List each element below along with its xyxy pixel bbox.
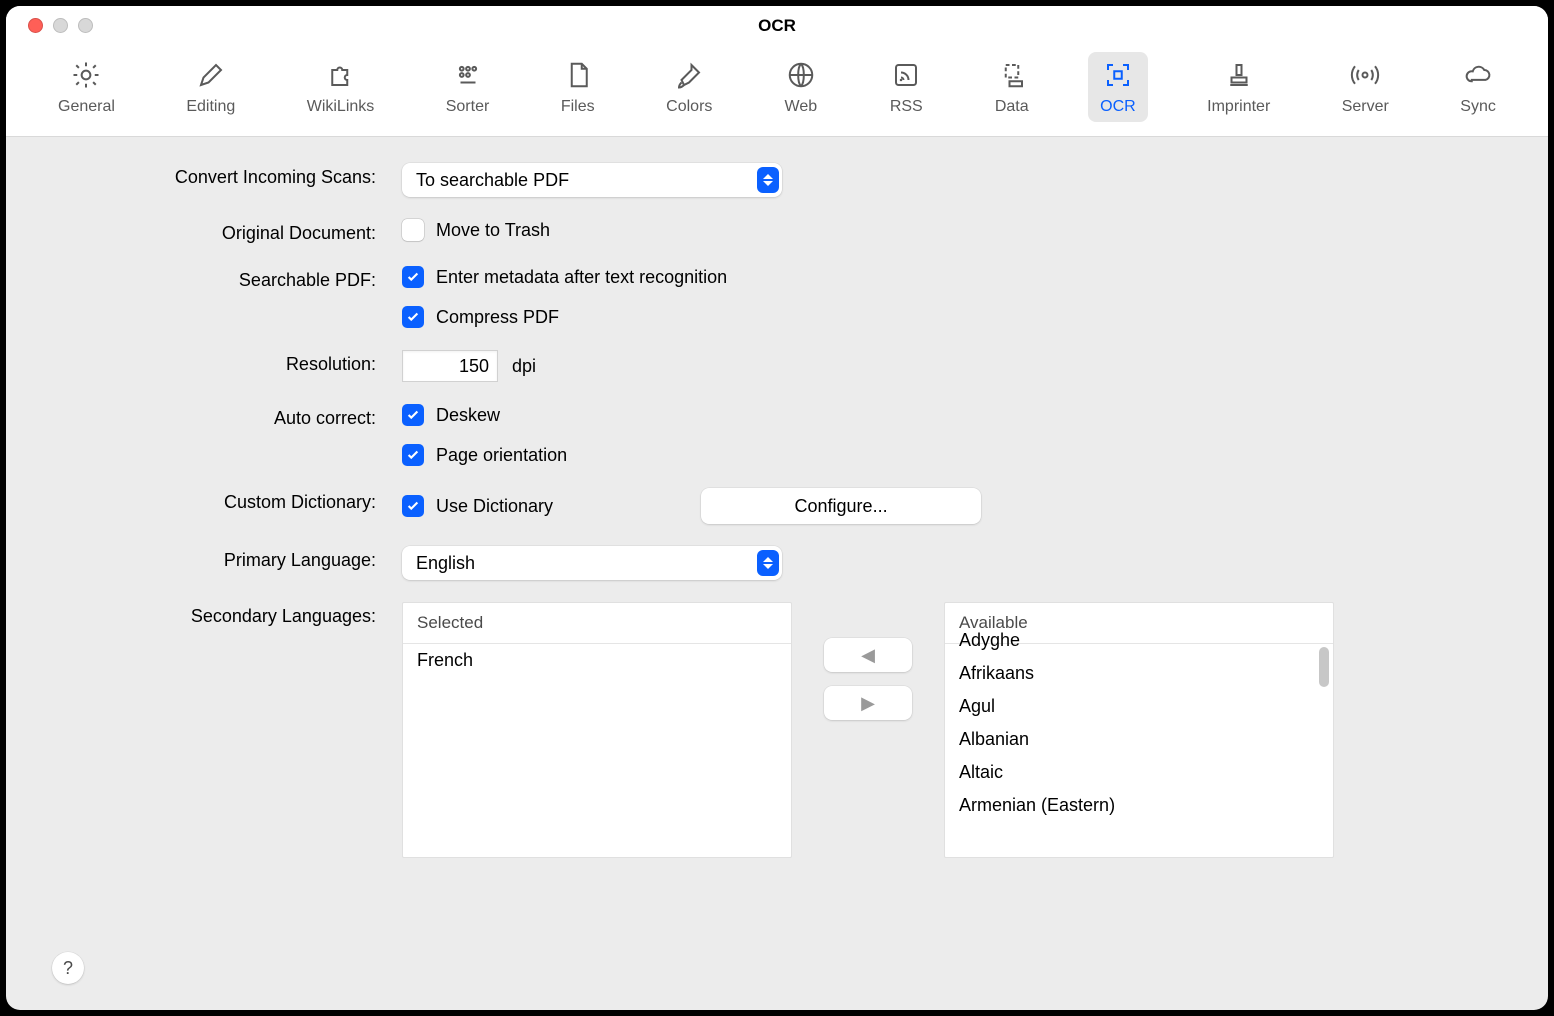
ocr-scan-icon (1101, 58, 1135, 92)
move-left-button[interactable]: ◀ (824, 638, 912, 672)
configure-dictionary-button[interactable]: Configure... (701, 488, 981, 524)
deskew-checkbox[interactable] (402, 404, 424, 426)
tab-ocr[interactable]: OCR (1088, 52, 1148, 122)
globe-icon (784, 58, 818, 92)
tab-wikilinks[interactable]: WikiLinks (295, 52, 387, 122)
preferences-window: OCR General Editing WikiLinks Sorter (6, 6, 1548, 1010)
move-to-trash-checkbox[interactable] (402, 219, 424, 241)
tab-label: WikiLinks (307, 98, 375, 116)
tab-editing[interactable]: Editing (174, 52, 247, 122)
label-secondary-languages: Secondary Languages: (46, 602, 376, 627)
tab-web[interactable]: Web (772, 52, 830, 122)
tab-label: OCR (1100, 98, 1136, 116)
close-window-button[interactable] (28, 18, 43, 33)
tab-label: Sorter (446, 98, 490, 116)
tab-sorter[interactable]: Sorter (434, 52, 502, 122)
data-icon (995, 58, 1029, 92)
tab-label: Imprinter (1207, 98, 1270, 116)
chevron-updown-icon (757, 550, 779, 576)
popup-value: To searchable PDF (416, 170, 569, 191)
label-auto-correct: Auto correct: (46, 404, 376, 429)
selected-languages-list[interactable]: Selected French (402, 602, 792, 858)
document-icon (561, 58, 595, 92)
use-dictionary-checkbox[interactable] (402, 495, 424, 517)
resolution-input[interactable] (402, 350, 498, 382)
tab-label: Data (995, 98, 1029, 116)
label-primary-language: Primary Language: (46, 546, 376, 571)
tab-label: Colors (666, 98, 712, 116)
secondary-languages-picker: Selected French ◀ ▶ Available (402, 602, 1508, 858)
list-item[interactable]: Albanian (945, 723, 1333, 756)
triangle-right-icon: ▶ (861, 693, 875, 714)
deskew-label: Deskew (436, 405, 500, 426)
tab-data[interactable]: Data (983, 52, 1041, 122)
tab-label: Web (785, 98, 818, 116)
resolution-unit: dpi (512, 356, 536, 377)
chevron-updown-icon (757, 167, 779, 193)
cloud-icon (1461, 58, 1495, 92)
prefs-toolbar: General Editing WikiLinks Sorter Files (6, 46, 1548, 136)
move-to-trash-label: Move to Trash (436, 220, 550, 241)
primary-language-popup[interactable]: English (402, 546, 782, 580)
compress-pdf-label: Compress PDF (436, 307, 559, 328)
label-original-document: Original Document: (46, 219, 376, 244)
scrollbar-thumb[interactable] (1319, 647, 1329, 687)
page-orientation-checkbox[interactable] (402, 444, 424, 466)
label-resolution: Resolution: (46, 350, 376, 375)
paintbrush-icon (672, 58, 706, 92)
list-item[interactable]: Altaic (945, 756, 1333, 789)
move-buttons: ◀ ▶ (818, 638, 918, 720)
tab-label: General (58, 98, 115, 116)
tab-label: Sync (1460, 98, 1496, 116)
help-icon: ? (63, 958, 73, 979)
list-item[interactable]: Afrikaans (945, 657, 1333, 690)
tab-general[interactable]: General (46, 52, 127, 122)
enter-metadata-checkbox[interactable] (402, 266, 424, 288)
zoom-window-button[interactable] (78, 18, 93, 33)
use-dictionary-label: Use Dictionary (436, 496, 553, 517)
list-header: Selected (403, 603, 791, 644)
convert-incoming-popup[interactable]: To searchable PDF (402, 163, 782, 197)
rss-icon (889, 58, 923, 92)
help-button[interactable]: ? (52, 952, 84, 984)
page-orientation-label: Page orientation (436, 445, 567, 466)
tab-rss[interactable]: RSS (877, 52, 935, 122)
enter-metadata-label: Enter metadata after text recognition (436, 267, 727, 288)
minimize-window-button[interactable] (53, 18, 68, 33)
move-right-button[interactable]: ▶ (824, 686, 912, 720)
popup-value: English (416, 553, 475, 574)
pencil-icon (194, 58, 228, 92)
label-searchable-pdf: Searchable PDF: (46, 266, 376, 291)
tab-imprinter[interactable]: Imprinter (1195, 52, 1282, 122)
triangle-left-icon: ◀ (861, 645, 875, 666)
compress-pdf-checkbox[interactable] (402, 306, 424, 328)
list-item[interactable]: French (403, 644, 791, 677)
list-item[interactable]: Agul (945, 690, 1333, 723)
prefs-content: Convert Incoming Scans: To searchable PD… (6, 137, 1548, 1010)
gear-icon (69, 58, 103, 92)
tab-colors[interactable]: Colors (654, 52, 724, 122)
titlebar: OCR General Editing WikiLinks Sorter (6, 6, 1548, 137)
list-item[interactable]: Armenian (Eastern) (945, 789, 1333, 822)
window-title: OCR (6, 6, 1548, 46)
tab-sync[interactable]: Sync (1448, 52, 1508, 122)
tab-label: Server (1342, 98, 1389, 116)
button-label: Configure... (795, 496, 888, 517)
tab-files[interactable]: Files (549, 52, 607, 122)
label-convert-incoming: Convert Incoming Scans: (46, 163, 376, 188)
puzzle-icon (324, 58, 358, 92)
tab-label: Files (561, 98, 595, 116)
stamp-icon (1222, 58, 1256, 92)
tab-label: Editing (186, 98, 235, 116)
tab-server[interactable]: Server (1330, 52, 1401, 122)
window-controls (6, 18, 93, 33)
available-languages-list[interactable]: Available Adyghe Afrikaans Agul Albanian… (944, 602, 1334, 858)
sorter-icon (451, 58, 485, 92)
label-custom-dictionary: Custom Dictionary: (46, 488, 376, 513)
tab-label: RSS (890, 98, 923, 116)
broadcast-icon (1348, 58, 1382, 92)
